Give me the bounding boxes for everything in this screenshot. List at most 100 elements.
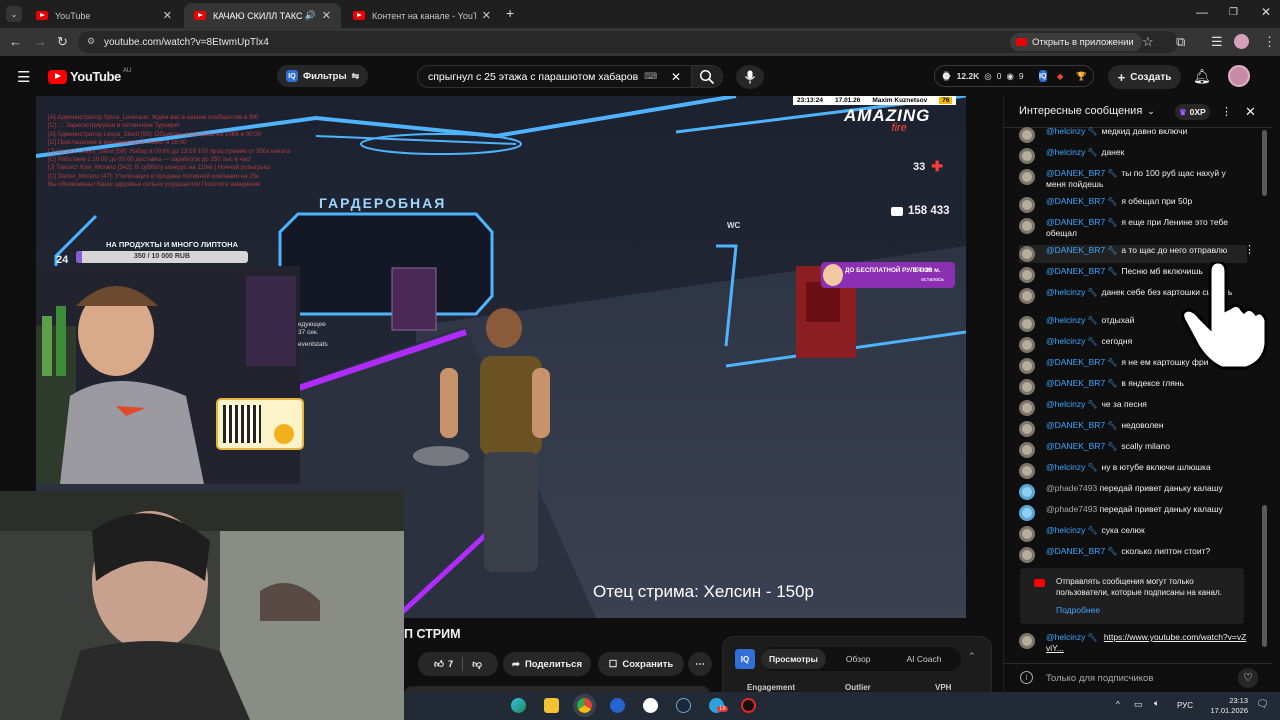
steam-icon[interactable] — [676, 698, 691, 713]
chat-author[interactable]: @DANEK_BR7 — [1046, 378, 1105, 388]
vidiq-filters-button[interactable]: IQ Фильтры ⇋ — [277, 65, 369, 87]
chat-avatar[interactable] — [1019, 442, 1035, 458]
info-icon[interactable]: i — [1020, 671, 1033, 684]
chat-author[interactable]: @DANEK_BR7 — [1046, 357, 1105, 367]
tab-views[interactable]: Просмотры — [761, 649, 826, 669]
chat-avatar[interactable] — [1019, 379, 1035, 395]
chat-author[interactable]: @DANEK_BR7 — [1046, 196, 1105, 206]
chat-menu-icon[interactable]: ⋮ — [1221, 105, 1232, 118]
chat-avatar[interactable] — [1019, 505, 1035, 521]
tab-youtube[interactable]: YouTube ✕ — [26, 3, 182, 28]
voice-search-button[interactable] — [736, 65, 764, 89]
language-indicator[interactable]: РУС — [1177, 701, 1193, 710]
reload-icon[interactable]: ↻ — [57, 34, 68, 50]
chat-author[interactable]: @helcinzy — [1046, 315, 1085, 325]
tab-search-button[interactable]: ⌄ — [6, 6, 22, 22]
restore-button[interactable]: ❐ — [1229, 7, 1238, 18]
tab-overview[interactable]: Обзор — [846, 654, 871, 664]
chat-avatar[interactable] — [1019, 267, 1035, 283]
hamburger-menu-icon[interactable]: ☰ — [17, 68, 30, 86]
share-button[interactable]: ➦ Поделиться — [503, 652, 591, 676]
edge-icon[interactable] — [511, 698, 526, 713]
todo-icon[interactable] — [610, 698, 625, 713]
learn-more-link[interactable]: Подробнее — [1056, 605, 1100, 615]
tab-current-video[interactable]: КАЧАЮ СКИЛЛ ТАКСИСТА 🔊 ✕ — [184, 3, 341, 28]
chat-avatar[interactable] — [1019, 484, 1035, 500]
chat-author[interactable]: @phade7493 — [1046, 504, 1097, 514]
more-actions-button[interactable]: ⋯ — [688, 652, 712, 676]
chat-avatar[interactable] — [1019, 337, 1035, 353]
chat-avatar[interactable] — [1019, 633, 1035, 649]
create-button[interactable]: + Создать — [1108, 65, 1181, 89]
back-icon[interactable]: ← — [9, 34, 22, 49]
chat-avatar[interactable] — [1019, 358, 1035, 374]
tab-studio[interactable]: Контент на канале - YouTube S ✕ — [343, 3, 501, 28]
close-icon[interactable]: ✕ — [163, 9, 172, 22]
like-button[interactable]: 👍︎ 7 — [434, 658, 453, 671]
search-input[interactable]: спрыгнул с 25 этажа с парашютом хабаров … — [417, 65, 692, 88]
reading-list-icon[interactable]: ☰ — [1211, 34, 1223, 50]
window-close-button[interactable]: ✕ — [1261, 5, 1271, 19]
clock[interactable]: 23:13 17.01.2026 — [1208, 696, 1248, 716]
chat-author[interactable]: @DANEK_BR7 — [1046, 441, 1105, 451]
thumbs-down-icon[interactable]: 👎︎ — [472, 658, 482, 670]
chat-author[interactable]: @DANEK_BR7 — [1046, 217, 1105, 227]
chat-author[interactable]: @helcinzy — [1046, 287, 1085, 297]
chat-avatar[interactable] — [1019, 127, 1035, 143]
notifications-bell-icon[interactable]: 🔔︎ — [1193, 68, 1211, 85]
chat-avatar[interactable] — [1019, 169, 1035, 185]
chat-mode-dropdown[interactable]: Интересные сообщения ⌄ — [1019, 105, 1155, 117]
chat-author[interactable]: @DANEK_BR7 — [1046, 266, 1105, 276]
close-icon[interactable]: ✕ — [322, 9, 331, 22]
collapse-icon[interactable]: ⌃ — [968, 651, 976, 662]
vidiq-stats-widget[interactable]: ⌚ 12.2K ◎ 0 ◉ 9 IQ ◆ 🏆 — [934, 65, 1094, 87]
close-icon[interactable]: ✕ — [482, 9, 491, 22]
minimize-button[interactable]: — — [1196, 5, 1208, 19]
profile-avatar[interactable] — [1234, 34, 1249, 49]
site-info-icon[interactable]: ⚙ — [87, 36, 95, 47]
volume-icon[interactable]: 🔈︎ — [1154, 698, 1159, 709]
chat-author[interactable]: @DANEK_BR7 — [1046, 168, 1105, 178]
chat-avatar[interactable] — [1019, 197, 1035, 213]
browser-menu-icon[interactable]: ⋮ — [1263, 34, 1276, 50]
new-tab-button[interactable]: + — [506, 5, 514, 21]
chat-avatar[interactable] — [1019, 421, 1035, 437]
tab-ai-coach[interactable]: AI Coach — [906, 654, 941, 664]
speaker-icon[interactable]: 🔊 — [305, 10, 316, 21]
youtube-logo[interactable]: YouTube AU — [48, 68, 131, 84]
chat-author[interactable]: @DANEK_BR7 — [1046, 245, 1105, 255]
chat-avatar[interactable] — [1019, 246, 1035, 262]
chat-input-area[interactable]: i Только для подписчиков ♡ — [1004, 663, 1272, 692]
chat-author[interactable]: @helcinzy — [1046, 462, 1085, 472]
chat-scrollbar-lower[interactable] — [1262, 505, 1267, 647]
chat-avatar[interactable] — [1019, 316, 1035, 332]
open-in-app-button[interactable]: Открыть в приложении — [1010, 33, 1142, 51]
xp-badge[interactable]: ♛ 0XP — [1175, 104, 1210, 120]
notifications-icon[interactable]: 🗨︎ — [1256, 699, 1269, 710]
file-explorer-icon[interactable] — [544, 698, 559, 713]
chat-avatar[interactable] — [1019, 288, 1035, 304]
chat-author[interactable]: @DANEK_BR7 — [1046, 420, 1105, 430]
chat-author[interactable]: @helcinzy — [1046, 126, 1085, 136]
trophy-icon[interactable]: 🏆 — [1076, 71, 1087, 82]
shield-icon[interactable]: ◆ — [1057, 71, 1064, 82]
heart-icon[interactable]: ♡ — [1238, 668, 1258, 688]
chrome-icon[interactable] — [573, 694, 596, 717]
chat-author[interactable]: @DANEK_BR7 — [1046, 546, 1105, 556]
keyboard-icon[interactable]: ⌨ — [644, 71, 657, 82]
message-menu-icon[interactable]: ⋮ — [1244, 245, 1255, 256]
chat-author[interactable]: @helcinzy — [1046, 336, 1085, 346]
chat-scrollbar[interactable] — [1262, 130, 1267, 196]
chat-avatar[interactable] — [1019, 526, 1035, 542]
chat-close-icon[interactable]: ✕ — [1245, 104, 1256, 120]
chat-avatar[interactable] — [1019, 148, 1035, 164]
chat-author[interactable]: @phade7493 — [1046, 483, 1097, 493]
chat-avatar[interactable] — [1019, 463, 1035, 479]
forward-icon[interactable]: → — [34, 34, 47, 49]
save-button[interactable]: ☐ Сохранить — [598, 652, 684, 676]
account-avatar[interactable] — [1228, 65, 1250, 87]
tray-overflow-icon[interactable]: ^ — [1116, 700, 1120, 709]
game-launcher-icon[interactable] — [741, 698, 756, 713]
search-button[interactable] — [691, 65, 723, 88]
clear-search-icon[interactable]: ✕ — [671, 70, 681, 84]
